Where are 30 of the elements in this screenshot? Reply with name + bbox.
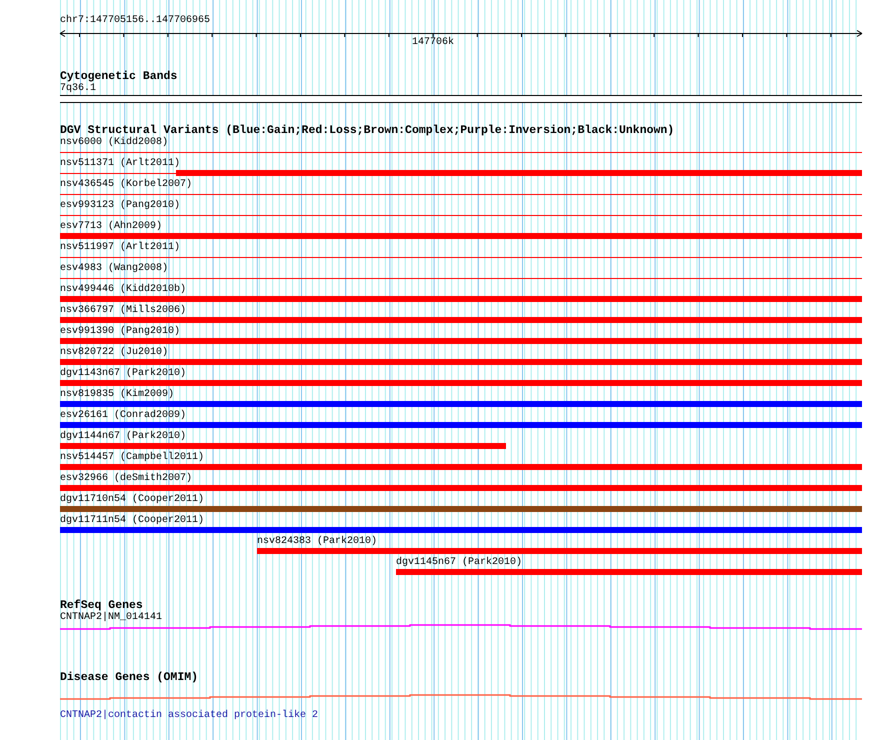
variant-label: esv4983 (Wang2008) <box>60 263 168 275</box>
variant-label: esv993123 (Pang2010) <box>60 200 180 212</box>
variant-label: esv7713 (Ahn2009) <box>60 221 162 233</box>
variant-label: nsv824383 (Park2010) <box>257 536 378 548</box>
variant-label: dgv11710n54 (Cooper2011) <box>60 494 204 506</box>
band-label: 7q36.1 <box>60 83 98 95</box>
variant-label: esv32966 (deSmith2007) <box>60 473 192 485</box>
track-title: DGV Structural Variants (Blue:Gain;Red:Loss;Brown:Complex;Purple:Inversion;Black:Unknown) <box>60 124 676 137</box>
variant-label: nsv511371 (Arlt2011) <box>60 158 180 170</box>
variant-label: nsv514457 (Campbell2011) <box>60 452 204 464</box>
tick-label: 147706k <box>412 37 454 49</box>
variant-label: dgv1144n67 (Park2010) <box>60 431 186 443</box>
variant-label: esv991390 (Pang2010) <box>60 326 180 338</box>
variant-label: nsv511997 (Arlt2011) <box>60 242 180 254</box>
variant-label: nsv436545 (Korbel2007) <box>60 179 192 191</box>
variant-label: dgv1145n67 (Park2010) <box>396 557 522 569</box>
track-title: RefSeq Genes <box>60 599 143 612</box>
variant-label: nsv6000 (Kidd2008) <box>60 137 168 149</box>
region-label: chr7:147705156..147706965 <box>60 14 212 28</box>
variant-label: nsv499446 (Kidd2010b) <box>60 284 186 296</box>
variant-label: dgv1143n67 (Park2010) <box>60 368 186 380</box>
variant-label: nsv820722 (Ju2010) <box>60 347 168 359</box>
track-title: Disease Genes (OMIM) <box>60 671 200 684</box>
gene-label: CNTNAP2|NM_014141 <box>60 612 164 624</box>
variant-label: nsv366797 (Mills2006) <box>60 305 186 317</box>
variant-label: esv26161 (Conrad2009) <box>60 410 186 422</box>
track-title: Cytogenetic Bands <box>60 70 178 83</box>
variant-label: nsv819835 (Kim2009) <box>60 389 174 401</box>
variant-label: dgv11711n54 (Cooper2011) <box>60 515 204 527</box>
disease-gene-label: CNTNAP2|contactin associated protein-like 2 <box>60 710 320 722</box>
